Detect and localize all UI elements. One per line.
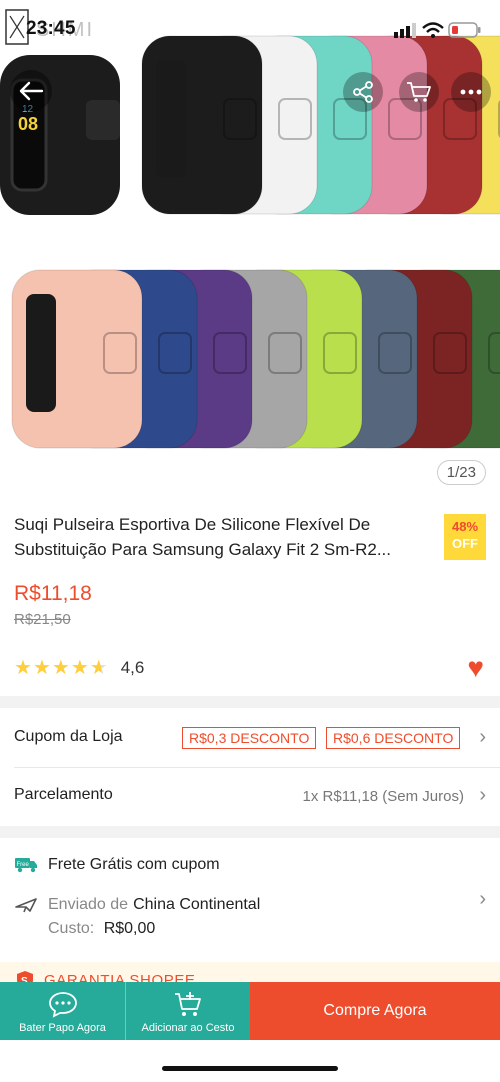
home-indicator xyxy=(162,1066,338,1071)
arrow-left-icon xyxy=(19,81,44,101)
more-options-button[interactable] xyxy=(451,72,491,112)
section-gap xyxy=(0,826,500,838)
band-buckle xyxy=(378,332,412,374)
rating-value: 4,6 xyxy=(120,658,145,677)
band-buckle xyxy=(213,332,247,374)
like-heart-icon[interactable]: ♥ xyxy=(467,654,484,682)
wifi-icon xyxy=(422,22,444,38)
product-title: Suqi Pulseira Esportiva De Silicone Flex… xyxy=(14,515,391,559)
band-buckle xyxy=(158,332,192,374)
free-shipping-line: Free Frete Grátis com cupom xyxy=(14,856,220,874)
sent-from-label: Enviado de xyxy=(48,896,129,913)
current-price: R$11,18 xyxy=(14,582,92,605)
sent-from-line: Enviado de China Continental xyxy=(14,896,260,914)
star-icon: ★ xyxy=(32,657,51,679)
band-buckle xyxy=(268,332,302,374)
free-shipping-truck-icon: Free xyxy=(15,858,37,873)
battery-icon xyxy=(448,22,481,38)
shipping-cost-label: Custo: xyxy=(48,920,95,937)
cart-button[interactable] xyxy=(399,72,439,112)
product-image-gallery[interactable]: 08 12 SHMI 23:45 1/23 xyxy=(0,0,500,500)
image-counter: 1/23 xyxy=(436,460,486,485)
shipping-cost-line: Custo: R$0,00 xyxy=(48,920,155,938)
chat-now-label: Bater Papo Agora xyxy=(19,1022,106,1034)
coupon-tag: R$0,3 DESCONTO xyxy=(182,727,317,749)
signal-icon xyxy=(394,23,416,38)
star-icon: ★ xyxy=(14,657,32,679)
product-rating[interactable]: ★ ★ ★ ★ ★ 4,6 xyxy=(14,657,144,679)
original-price: R$21,50 xyxy=(14,611,71,628)
band-buckle xyxy=(103,332,137,374)
band-buckle xyxy=(488,332,500,374)
chevron-right-icon: › xyxy=(479,888,486,910)
status-time: 23:45 xyxy=(26,18,76,39)
installment-value: 1x R$11,18 (Sem Juros) xyxy=(302,788,464,805)
product-title-row: Suqi Pulseira Esportiva De Silicone Flex… xyxy=(14,512,486,562)
section-gap xyxy=(0,696,500,708)
add-to-cart-icon xyxy=(175,992,201,1016)
more-dots-icon xyxy=(460,89,482,95)
shipping-cost-value: R$0,00 xyxy=(103,920,156,937)
buy-now-label: Compre Agora xyxy=(323,1002,427,1019)
store-coupon-label: Cupom da Loja xyxy=(14,728,123,745)
chat-bubble-icon xyxy=(48,992,77,1018)
share-button[interactable] xyxy=(343,72,383,112)
coupon-tag: R$0,6 DESCONTO xyxy=(326,727,461,749)
chat-now-button[interactable]: Bater Papo Agora xyxy=(0,982,125,1040)
store-coupon-row[interactable]: Cupom da Loja R$0,3 DESCONTO R$0,6 DESCO… xyxy=(0,710,500,766)
discount-percent: 48% xyxy=(451,519,479,534)
chevron-right-icon: › xyxy=(479,726,486,748)
svg-text:08: 08 xyxy=(18,114,38,134)
plane-icon xyxy=(15,898,37,913)
half-star-icon: ★ xyxy=(89,657,108,679)
band-buckle xyxy=(323,332,357,374)
star-icon: ★ xyxy=(51,657,70,679)
status-bar: SHMI 23:45 xyxy=(0,0,500,60)
add-to-cart-button[interactable]: Adicionar ao Cesto xyxy=(125,982,250,1040)
cart-icon xyxy=(407,82,431,102)
band-buckle xyxy=(433,332,467,374)
share-icon xyxy=(353,81,373,103)
shipping-section[interactable]: Free Frete Grátis com cupom Enviado de C… xyxy=(0,838,500,956)
discount-badge: 48% OFF xyxy=(444,514,486,560)
installment-row[interactable]: Parcelamento 1x R$11,18 (Sem Juros) › xyxy=(0,768,500,824)
sent-from-value: China Continental xyxy=(133,896,261,913)
band-window xyxy=(156,60,186,178)
band-window xyxy=(26,294,56,412)
band-buckle xyxy=(278,98,312,140)
star-icon: ★ xyxy=(70,657,89,679)
band-buckle xyxy=(223,98,257,140)
discount-off-label: OFF xyxy=(452,536,478,551)
bottom-action-bar: Bater Papo Agora Adicionar ao Cesto Comp… xyxy=(0,982,500,1040)
back-button[interactable] xyxy=(10,70,52,112)
installment-label: Parcelamento xyxy=(14,786,113,803)
free-icon-text: Free xyxy=(17,862,30,868)
add-to-cart-label: Adicionar ao Cesto xyxy=(141,1022,235,1034)
buy-now-button[interactable]: Compre Agora xyxy=(250,982,500,1040)
free-shipping-label: Frete Grátis com cupom xyxy=(48,856,220,873)
chevron-right-icon: › xyxy=(479,784,486,806)
